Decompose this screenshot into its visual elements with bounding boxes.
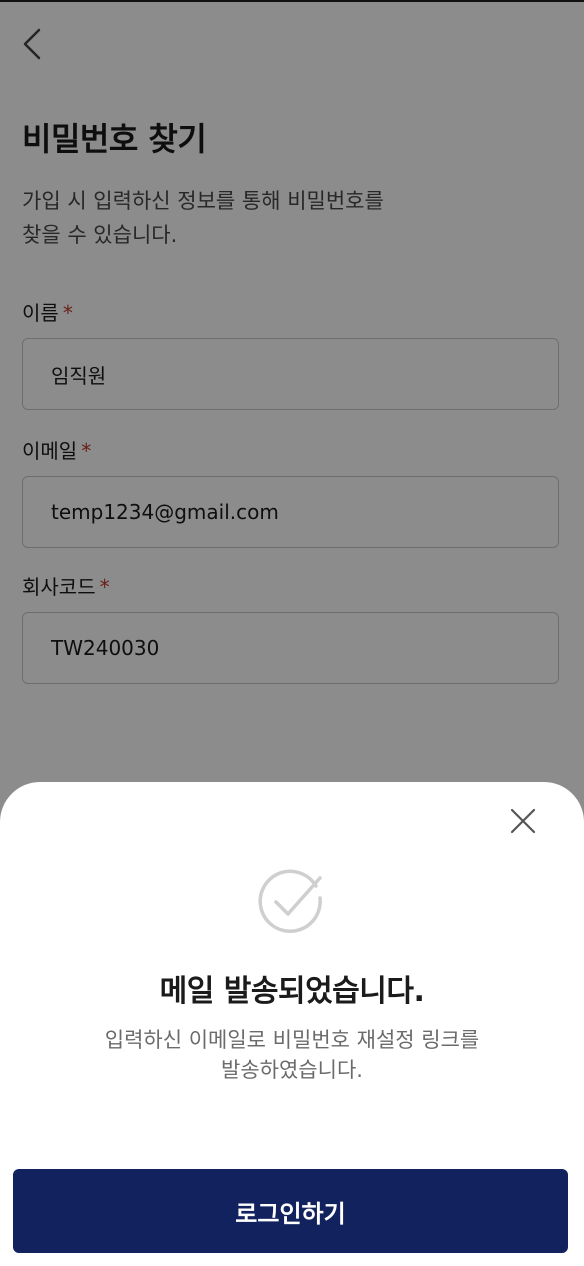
- modal-description: 입력하신 이메일로 비밀번호 재설정 링크를 발송하였습니다.: [104, 1028, 480, 1082]
- find-password-screen: 비밀번호 찾기 가입 시 입력하신 정보를 통해 비밀번호를 찾을 수 있습니다…: [0, 0, 584, 1266]
- check-circle-icon: [258, 869, 322, 934]
- modal-title: 메일 발송되었습니다.: [159, 974, 425, 1009]
- login-button[interactable]: 로그인하기: [13, 1169, 568, 1253]
- close-icon: [510, 808, 536, 834]
- close-button[interactable]: [502, 800, 544, 842]
